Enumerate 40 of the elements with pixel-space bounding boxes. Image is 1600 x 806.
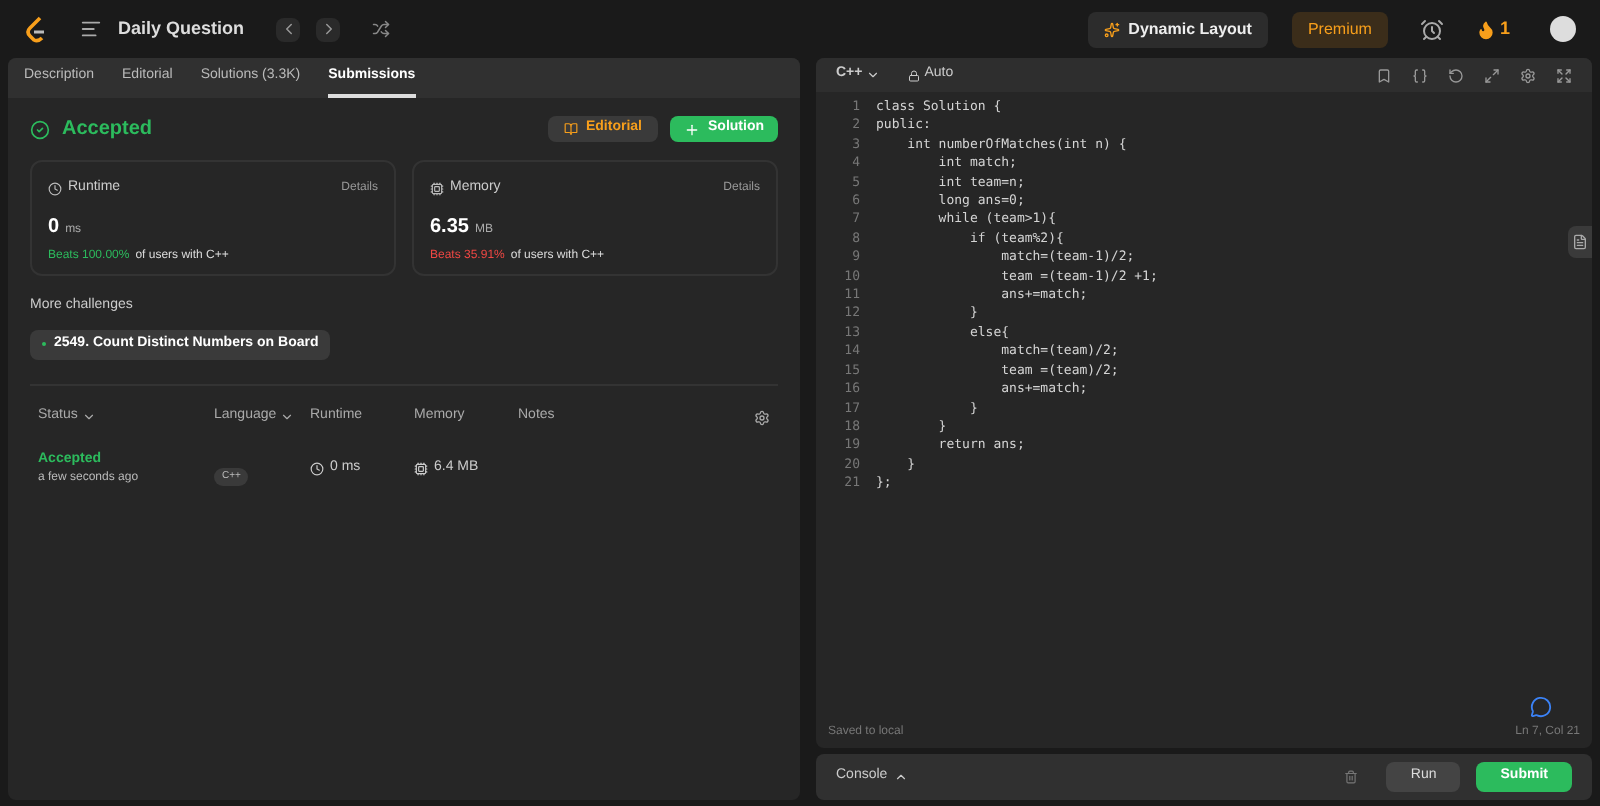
logo-icon[interactable] (24, 15, 48, 43)
shuffle-icon[interactable] (372, 20, 391, 38)
bookmark-icon[interactable] (1376, 67, 1392, 83)
stat-value: 6.35 (430, 213, 469, 241)
chevron-up-icon (893, 770, 908, 784)
next-button[interactable] (316, 17, 341, 41)
list-icon[interactable] (80, 18, 102, 40)
premium-button[interactable]: Premium (1291, 11, 1388, 47)
chevron-down-icon (81, 410, 96, 424)
settings-icon[interactable] (754, 409, 770, 425)
chevron-down-icon (280, 410, 295, 424)
fullscreen-icon[interactable] (1556, 67, 1572, 83)
plus-icon (684, 121, 700, 137)
chip-icon (414, 462, 428, 476)
clock-icon (48, 181, 62, 196)
clock-icon (310, 462, 324, 476)
chat-button[interactable] (1528, 694, 1552, 718)
settings-icon[interactable] (1520, 67, 1536, 83)
layout-button[interactable]: Dynamic Layout (1088, 11, 1268, 47)
document-icon (1572, 234, 1588, 250)
check-icon (30, 119, 50, 139)
problem-title[interactable]: Daily Question (118, 15, 245, 43)
previous-button[interactable] (276, 17, 301, 41)
stat-value: 0 (48, 213, 60, 241)
status-heading: Accepted (62, 116, 153, 144)
expand-icon[interactable] (1484, 67, 1500, 83)
reset-icon[interactable] (1448, 67, 1464, 83)
chevron-down-icon (866, 68, 881, 82)
alarm-clock-icon[interactable] (1419, 17, 1444, 41)
notes-tab[interactable] (1568, 226, 1592, 258)
sparkle-icon (1104, 21, 1121, 37)
lock-icon (908, 69, 921, 81)
chat-icon (1529, 695, 1551, 717)
trash-icon[interactable] (1344, 770, 1359, 784)
avatar[interactable] (1550, 16, 1576, 42)
book-icon (563, 122, 578, 136)
chip-icon (430, 181, 444, 196)
braces-icon[interactable] (1412, 67, 1428, 83)
streak-counter[interactable]: 1 (1475, 15, 1510, 43)
flame-icon (1475, 19, 1496, 39)
